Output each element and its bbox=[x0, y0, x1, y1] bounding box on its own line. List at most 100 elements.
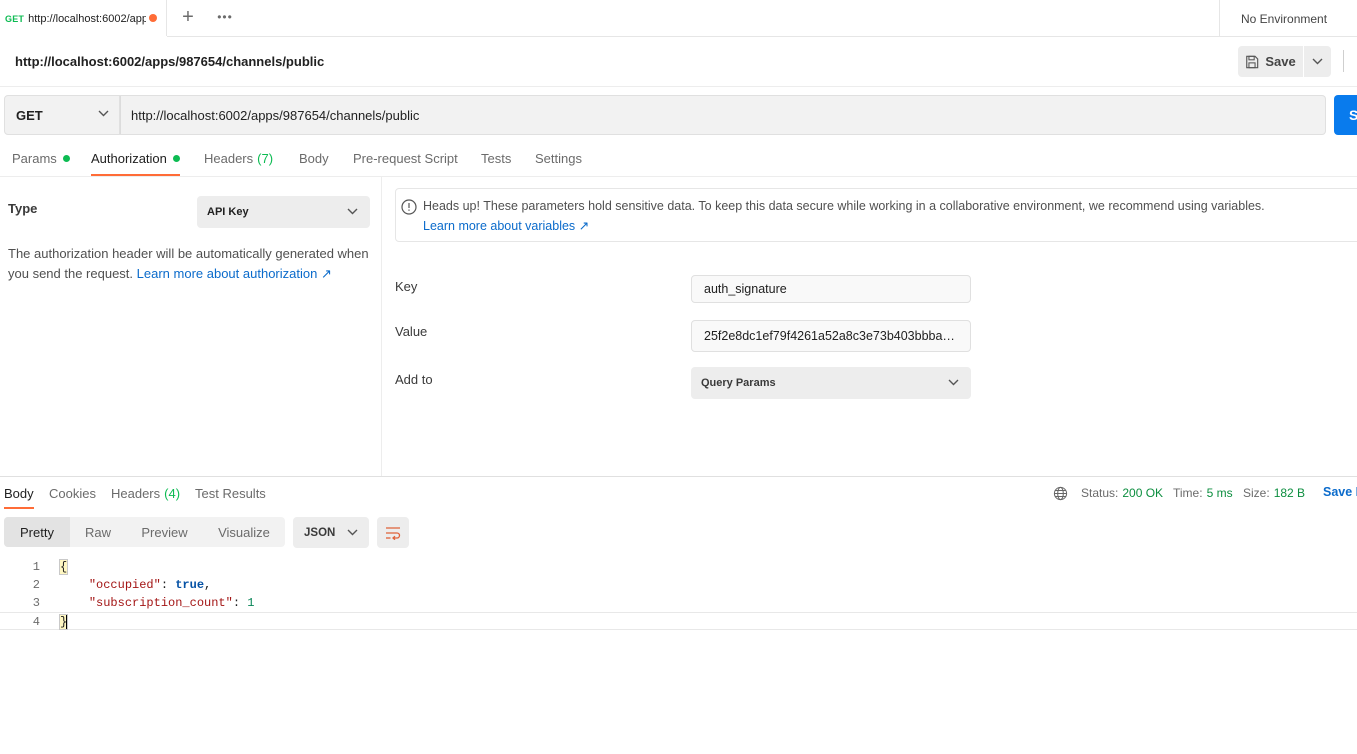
tab-authorization[interactable]: Authorization bbox=[91, 140, 180, 176]
code-text: { bbox=[58, 558, 69, 576]
line-number: 1 bbox=[32, 560, 40, 574]
auth-type-panel: Type API Key The authorization header wi… bbox=[0, 177, 382, 476]
code-text: } bbox=[58, 613, 69, 631]
value-label: Value bbox=[395, 324, 428, 339]
json-value: true bbox=[175, 578, 205, 592]
response-headers-label: Headers bbox=[111, 485, 161, 501]
response-tab-body[interactable]: Body bbox=[4, 477, 34, 509]
send-button[interactable]: Send bbox=[1334, 95, 1357, 135]
chevron-down-icon bbox=[948, 379, 959, 386]
tab-title: http://localhost:6002/apps/987654/channe… bbox=[28, 12, 147, 25]
auth-type-label: Type bbox=[8, 201, 38, 216]
text-cursor bbox=[66, 614, 68, 630]
response-size[interactable]: Size: 182 B bbox=[1243, 485, 1305, 501]
auth-description: The authorization header will be automat… bbox=[8, 244, 373, 284]
headers-count: (7) bbox=[257, 150, 274, 166]
unsaved-changes-dot bbox=[149, 14, 157, 22]
http-method-value: GET bbox=[16, 107, 43, 123]
line-number: 2 bbox=[32, 578, 40, 592]
response-format-select[interactable]: JSON bbox=[293, 517, 369, 548]
environment-selector[interactable]: No Environment bbox=[1219, 0, 1357, 37]
request-tabs: Params Authorization Headers (7) Body Pr… bbox=[0, 140, 1357, 176]
chevron-down-icon bbox=[98, 110, 109, 117]
tab-authorization-label: Authorization bbox=[91, 150, 167, 166]
line-number: 3 bbox=[32, 596, 40, 610]
save-disk-icon bbox=[1246, 55, 1259, 68]
response-tabs: Body Cookies Headers (4) Test Results bbox=[0, 477, 1000, 509]
status-value: 200 OK bbox=[1122, 486, 1164, 500]
response-view-toggle: Pretty Raw Preview Visualize bbox=[4, 517, 285, 547]
chevron-down-icon bbox=[347, 529, 358, 536]
authorization-active-dot bbox=[172, 154, 180, 162]
view-pretty-button[interactable]: Pretty bbox=[4, 517, 70, 547]
line-number: 4 bbox=[32, 615, 40, 629]
tab-params-label: Params bbox=[12, 150, 57, 166]
notice-text: Heads up! These parameters hold sensitiv… bbox=[423, 199, 1265, 213]
tab-settings[interactable]: Settings bbox=[535, 140, 582, 176]
auth-type-value: API Key bbox=[207, 206, 249, 218]
add-to-select[interactable]: Query Params bbox=[691, 367, 971, 399]
tab-method-badge: GET bbox=[5, 13, 25, 24]
params-active-dot bbox=[62, 154, 70, 162]
auth-type-select[interactable]: API Key bbox=[197, 196, 370, 228]
more-tabs-ellipsis-icon[interactable]: ••• bbox=[215, 9, 235, 27]
code-line: 3 "subscription_count": 1 bbox=[0, 594, 1357, 612]
json-key: "occupied" bbox=[88, 578, 161, 592]
key-input[interactable] bbox=[691, 275, 971, 303]
tab-params[interactable]: Params bbox=[12, 140, 70, 176]
url-input[interactable] bbox=[120, 95, 1326, 135]
tab-body[interactable]: Body bbox=[299, 140, 329, 176]
status-label: Status: bbox=[1081, 486, 1119, 500]
response-tab-cookies[interactable]: Cookies bbox=[49, 477, 96, 509]
learn-more-authorization-link[interactable]: Learn more about authorization ↗ bbox=[137, 266, 332, 281]
new-tab-plus-icon[interactable]: + bbox=[178, 7, 198, 28]
network-globe-icon[interactable] bbox=[1053, 485, 1068, 501]
response-headers-count: (4) bbox=[164, 485, 181, 501]
learn-more-variables-link[interactable]: Learn more about variables ↗ bbox=[423, 218, 589, 233]
response-format-value: JSON bbox=[304, 526, 336, 539]
response-status[interactable]: Status: 200 OK bbox=[1081, 485, 1163, 501]
save-button[interactable]: Save bbox=[1238, 46, 1304, 77]
add-to-label: Add to bbox=[395, 372, 433, 387]
code-line: 2 "occupied": true, bbox=[0, 576, 1357, 594]
request-tab-active[interactable]: GET http://localhost:6002/apps/987654/ch… bbox=[0, 0, 167, 38]
info-exclamation-icon bbox=[401, 199, 417, 215]
tab-pre-request-script[interactable]: Pre-request Script bbox=[353, 140, 458, 176]
tab-headers-label: Headers bbox=[204, 150, 254, 166]
chevron-down-icon bbox=[347, 208, 358, 215]
key-label: Key bbox=[395, 279, 418, 294]
save-options-chevron-down-icon[interactable] bbox=[1304, 46, 1331, 77]
http-method-select[interactable]: GET bbox=[4, 95, 120, 135]
size-label: Size: bbox=[1243, 486, 1270, 500]
send-button-label: Send bbox=[1349, 107, 1357, 123]
code-line-active: 4 } bbox=[0, 612, 1357, 630]
time-label: Time: bbox=[1173, 486, 1203, 500]
view-raw-button[interactable]: Raw bbox=[70, 517, 126, 547]
value-input[interactable]: 25f2e8dc1ef79f4261a52a8c3e73b403bbba… bbox=[691, 320, 971, 352]
code-text: "occupied": true, bbox=[88, 578, 212, 592]
open-brace: { bbox=[58, 559, 69, 575]
sensitive-data-notice: Heads up! These parameters hold sensitiv… bbox=[395, 188, 1357, 242]
save-response-button[interactable]: Save Response bbox=[1323, 485, 1357, 499]
response-tab-test-results[interactable]: Test Results bbox=[195, 477, 266, 509]
response-body-editor[interactable]: 1 { 2 "occupied": true, 3 "subscription_… bbox=[0, 558, 1357, 630]
view-preview-button[interactable]: Preview bbox=[126, 517, 203, 547]
save-button-label: Save bbox=[1265, 54, 1296, 69]
response-time[interactable]: Time: 5 ms bbox=[1173, 485, 1233, 501]
response-tab-headers[interactable]: Headers (4) bbox=[111, 477, 180, 509]
json-value: 1 bbox=[247, 596, 255, 610]
tab-bar: GET http://localhost:6002/apps/987654/ch… bbox=[0, 0, 1357, 38]
tab-headers[interactable]: Headers (7) bbox=[204, 140, 273, 176]
add-to-value: Query Params bbox=[701, 377, 776, 389]
code-text: "subscription_count": 1 bbox=[88, 596, 255, 610]
header-divider bbox=[1343, 50, 1344, 72]
tab-tests[interactable]: Tests bbox=[481, 140, 511, 176]
time-value: 5 ms bbox=[1206, 486, 1233, 500]
save-button-group: Save bbox=[1238, 46, 1331, 77]
size-value: 182 B bbox=[1273, 486, 1306, 500]
json-key: "subscription_count" bbox=[88, 596, 233, 610]
header-separator bbox=[0, 86, 1357, 87]
request-name-breadcrumb[interactable]: http://localhost:6002/apps/987654/channe… bbox=[15, 54, 324, 69]
view-visualize-button[interactable]: Visualize bbox=[203, 517, 285, 547]
wrap-lines-icon[interactable] bbox=[377, 517, 409, 548]
